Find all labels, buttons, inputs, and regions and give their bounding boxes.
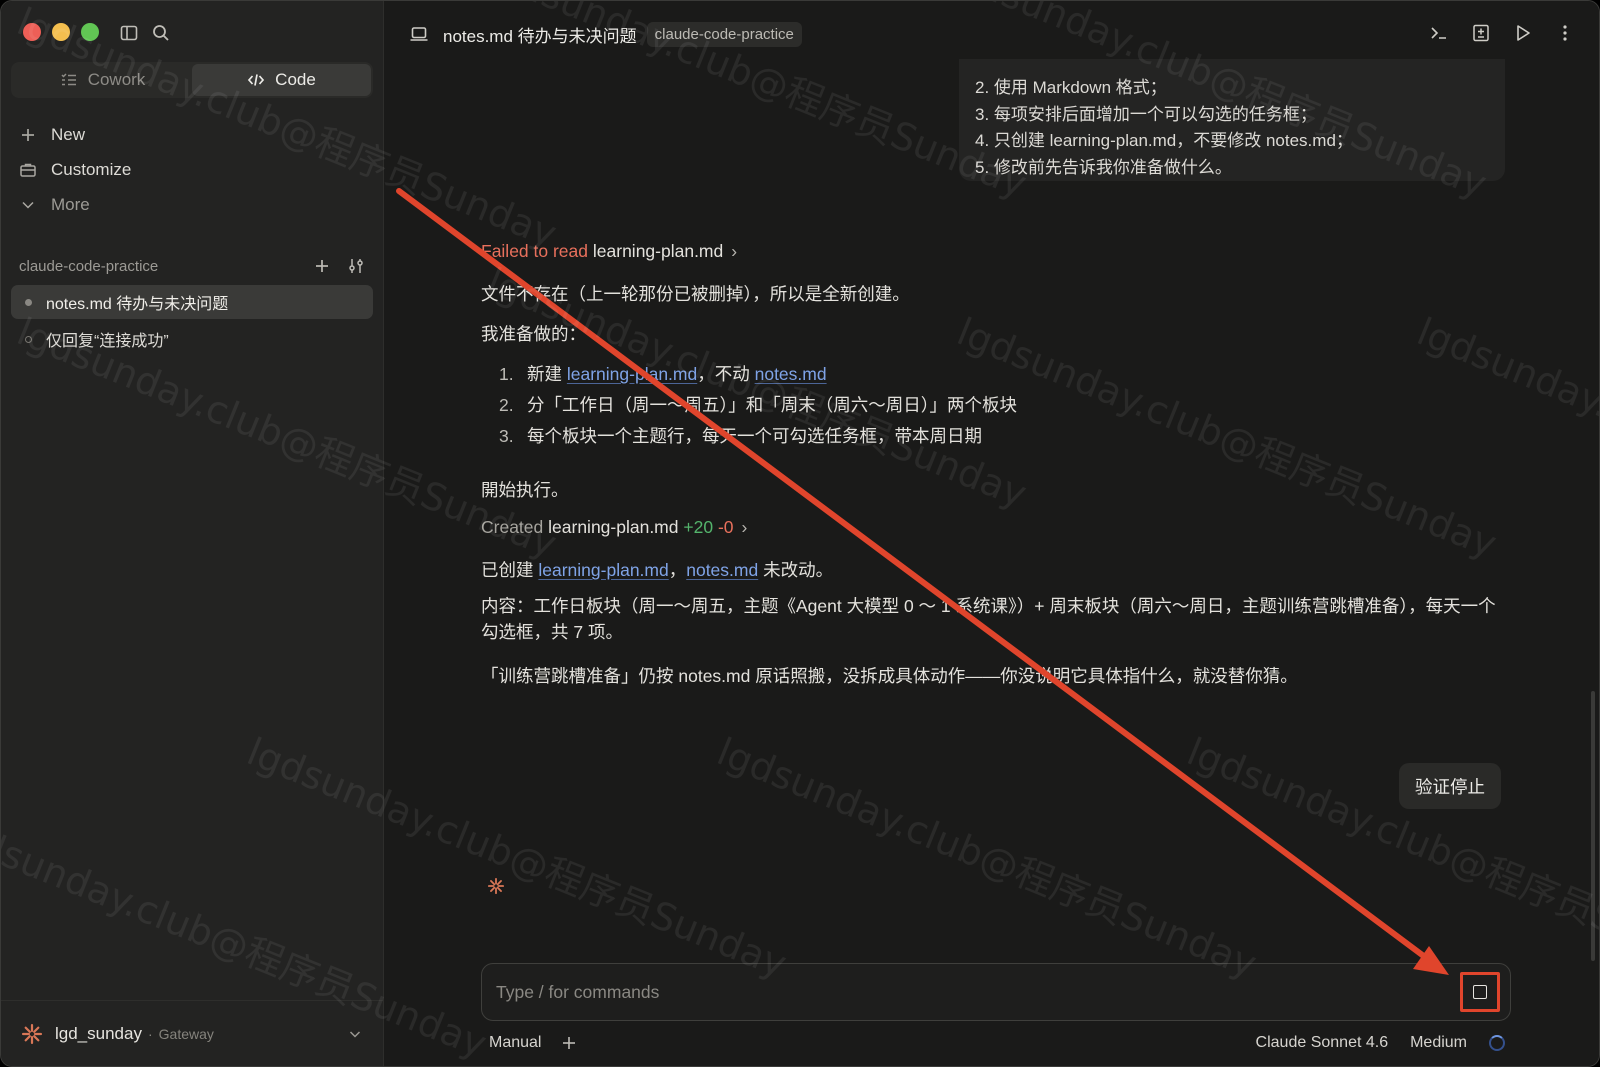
terminal-icon[interactable] (1429, 23, 1449, 43)
project-header: claude-code-practice (19, 251, 365, 281)
new-label: New (51, 124, 86, 144)
stop-square-icon (1473, 985, 1487, 999)
mode-cowork-label: Cowork (87, 70, 146, 89)
app-window: Cowork Code New Customize More claude-co… (0, 0, 1600, 1067)
laptop-icon (410, 27, 428, 41)
message-composer (481, 963, 1511, 1021)
file-link[interactable]: learning-plan.md (567, 364, 697, 384)
session-title: notes.md 待办与未决问题 (46, 296, 229, 313)
main-panel: notes.md 待办与未决问题 claude-code-practice 2.… (385, 1, 1599, 1066)
session-title-header[interactable]: notes.md 待办与未决问题 (443, 22, 637, 47)
tool-create-status: Created (481, 517, 544, 537)
zoom-window-button[interactable] (81, 23, 99, 41)
thinking-spinner-icon (488, 878, 504, 894)
mode-switch: Cowork Code (11, 62, 373, 98)
session-item[interactable]: notes.md 待办与未决问题 (11, 285, 373, 319)
session-list: notes.md 待办与未决问题 仅回复“连接成功” (11, 285, 373, 359)
session-status-dot (25, 298, 32, 306)
session-item[interactable]: 仅回复“连接成功” (11, 322, 373, 356)
user-message-line: 2. 使用 Markdown 格式； (975, 78, 1167, 97)
sidebar: Cowork Code New Customize More claude-co… (1, 1, 384, 1066)
diff-icon[interactable] (1471, 23, 1491, 43)
chevron-down-icon (349, 1030, 361, 1038)
account-plan: Gateway (158, 1025, 214, 1042)
chevron-right-icon: › (741, 517, 748, 537)
list-checks-icon (61, 73, 76, 86)
tool-create-file: learning-plan.md (548, 517, 679, 537)
more-vertical-icon[interactable] (1555, 23, 1575, 43)
user-message-bubble: 2. 使用 Markdown 格式； 3. 每项安排后面增加一个可以勾选的任务框… (959, 59, 1505, 181)
briefcase-icon (20, 163, 36, 177)
plus-icon[interactable] (561, 1035, 577, 1051)
filter-sliders-icon[interactable] (347, 257, 365, 275)
done-text: 已创建 learning-plan.md，notes.md 未改动。 (481, 560, 834, 580)
chevron-right-icon: › (731, 241, 738, 261)
plan-intro-text: 我准备做的： (481, 324, 586, 344)
tool-read-file: learning-plan.md (592, 241, 724, 261)
file-missing-text: 文件不存在（上一轮那份已被删掉），所以是全新创建。 (481, 284, 910, 304)
plan-item: 3. 每个板块一个主题行，每天一个可勾选任务框，带本周日期 (499, 426, 982, 446)
session-title: 仅回复“连接成功” (46, 333, 169, 350)
session-status-dot (25, 335, 32, 343)
composer-footer: Manual Claude Sonnet 4.6 Medium (489, 1031, 1505, 1055)
new-session-button[interactable]: New (19, 117, 365, 152)
plus-icon[interactable] (313, 257, 331, 275)
window-controls (23, 23, 99, 41)
tool-read-row[interactable]: Failed to read learning-plan.md › (481, 241, 737, 262)
search-icon[interactable] (151, 23, 171, 43)
account-name: lgd_sunday (55, 1023, 142, 1043)
scrollbar[interactable] (1591, 691, 1595, 961)
note-text: 「训练营跳槽准备」仍按 notes.md 原话照搬，没拆成具体动作——你没说明它… (481, 666, 1298, 686)
model-selector[interactable]: Claude Sonnet 4.6 (1256, 1034, 1389, 1052)
queued-message-chip[interactable]: 验证停止 (1399, 763, 1501, 809)
sidebar-nav: New Customize More (19, 117, 365, 222)
tool-create-row[interactable]: Created learning-plan.md +20 -0 › (481, 517, 747, 538)
tool-read-status: Failed to read (481, 241, 589, 261)
mode-cowork-button[interactable]: Cowork (13, 64, 192, 96)
user-message-line: 3. 每项安排后面增加一个可以勾选的任务框； (975, 104, 1317, 124)
loading-spinner-icon (1489, 1035, 1505, 1051)
account-menu[interactable]: lgd_sunday · Gateway (1, 1000, 383, 1066)
project-name: claude-code-practice (19, 257, 159, 275)
account-separator: · (147, 1025, 153, 1042)
customize-button[interactable]: Customize (19, 152, 365, 187)
command-input[interactable] (482, 964, 1442, 1020)
more-button[interactable]: More (19, 187, 365, 222)
permission-mode-button[interactable]: Manual (489, 1034, 541, 1052)
start-text: 開始执行。 (481, 480, 569, 500)
sidebar-toggle-icon[interactable] (119, 23, 139, 43)
content-summary-text: 内容：工作日板块（周一～周五，主题《Agent 大模型 0 ～ 1 系统课》）+… (481, 596, 1496, 642)
stop-button[interactable] (1460, 972, 1500, 1012)
project-tag[interactable]: claude-code-practice (646, 21, 802, 47)
minimize-window-button[interactable] (52, 23, 70, 41)
mode-code-label: Code (275, 70, 316, 89)
more-label: More (51, 194, 90, 214)
mode-code-button[interactable]: Code (192, 64, 371, 96)
lines-removed: -0 (717, 517, 734, 537)
code-icon (248, 74, 265, 86)
claude-logo-icon (22, 1023, 42, 1044)
file-link[interactable]: notes.md (755, 364, 827, 384)
plan-item: 2. 分「工作日（周一～周五）」和「周末（周六～周日）」两个板块 (499, 395, 1017, 415)
lines-added: +20 (683, 517, 714, 537)
file-link[interactable]: notes.md (686, 560, 758, 580)
chevron-down-icon (22, 201, 34, 209)
title-bar: notes.md 待办与未决问题 claude-code-practice (385, 1, 1599, 67)
user-message-line: 4. 只创建 learning-plan.md，不要修改 notes.md； (975, 131, 1353, 150)
customize-label: Customize (51, 159, 132, 179)
plan-item: 1. 新建 learning-plan.md，不动 notes.md (499, 364, 827, 384)
user-message-line: 5. 修改前先告诉我你准备做什么。 (975, 157, 1232, 177)
effort-selector[interactable]: Medium (1410, 1034, 1467, 1052)
close-window-button[interactable] (23, 23, 41, 41)
play-icon[interactable] (1513, 23, 1533, 43)
plus-icon (22, 128, 34, 141)
file-link[interactable]: learning-plan.md (538, 560, 668, 580)
